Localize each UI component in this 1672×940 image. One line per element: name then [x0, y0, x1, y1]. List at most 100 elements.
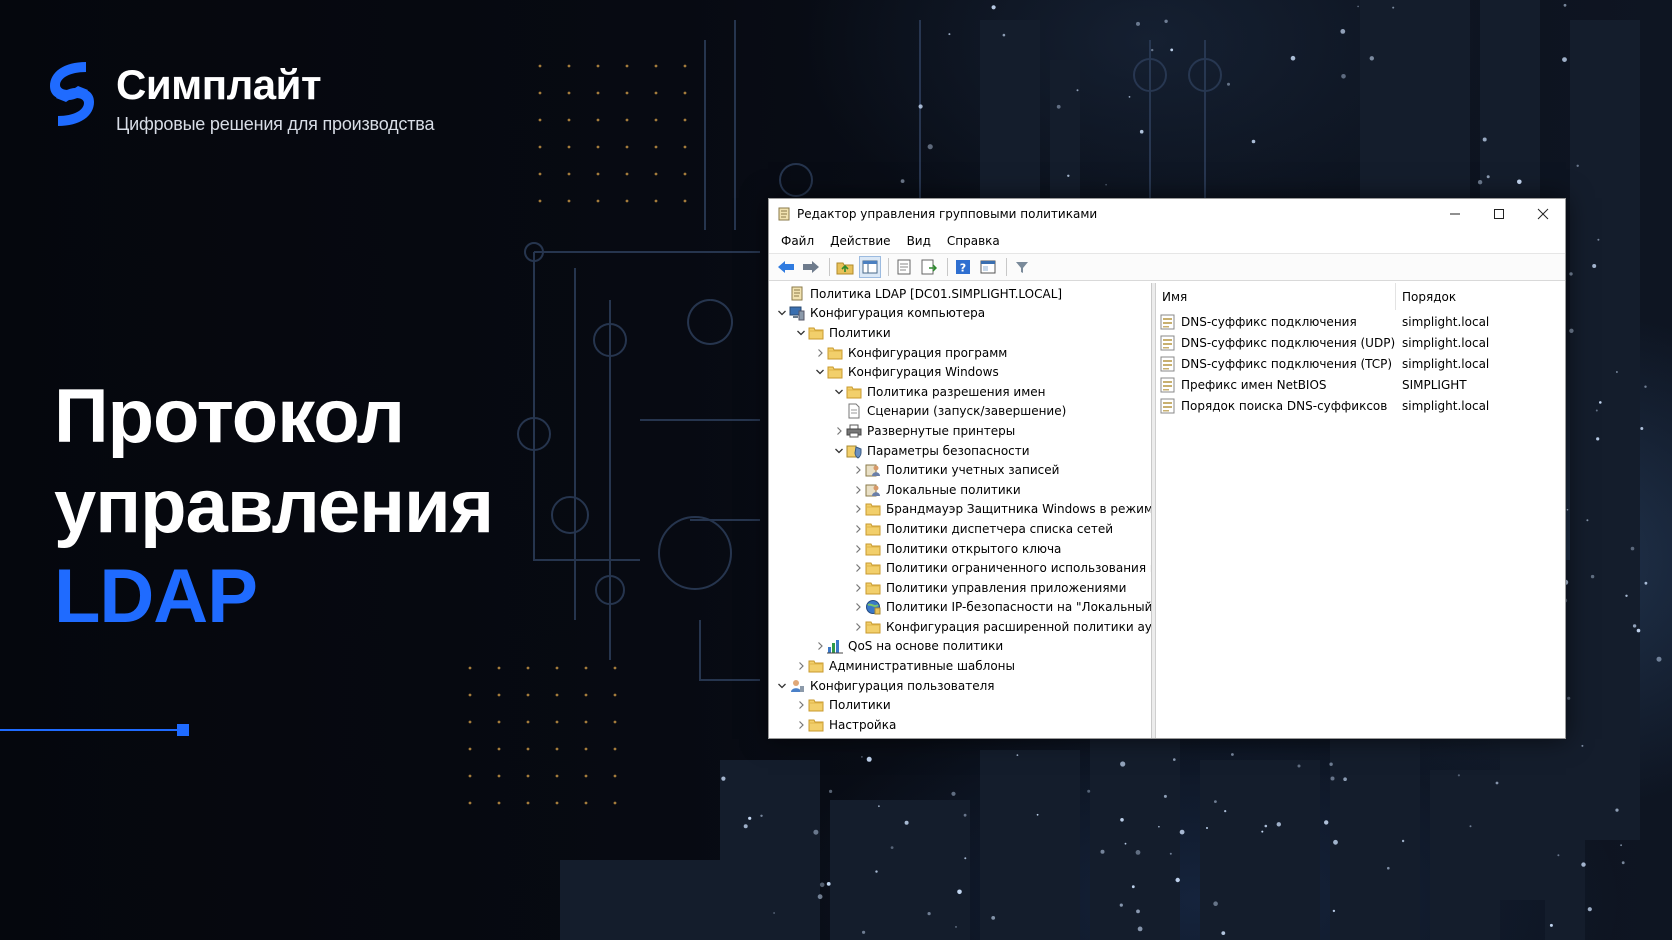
menu-help[interactable]: Справка [939, 234, 1008, 248]
chevron-right-icon [856, 524, 861, 533]
light [927, 144, 933, 150]
light [1251, 139, 1256, 144]
menu-file[interactable]: Файл [773, 234, 822, 248]
properties-icon [897, 259, 911, 275]
light [1136, 909, 1140, 914]
chevron-right-icon [856, 622, 861, 631]
tree-item-label: Политики управления приложениями [886, 580, 1127, 595]
tree-expander[interactable] [832, 385, 846, 399]
light [1343, 777, 1347, 781]
tree-item[interactable]: QoS на основе политики [769, 637, 1151, 657]
tree-item[interactable]: Конфигурация расширенной политики аудита [769, 617, 1151, 637]
tree-expander[interactable] [851, 620, 865, 634]
tree-item[interactable]: Административные шаблоны [769, 656, 1151, 676]
tree-item[interactable]: Политика LDAP [DC01.SIMPLIGHT.LOCAL] [769, 284, 1151, 304]
light [1644, 385, 1647, 388]
tree-expander[interactable] [813, 346, 827, 360]
forward-button[interactable] [800, 256, 822, 278]
dot [654, 172, 658, 176]
column-header-order[interactable]: Порядок [1396, 283, 1456, 310]
tree-expander[interactable] [851, 483, 865, 497]
chevron-right-icon [799, 662, 804, 671]
light [1587, 907, 1592, 912]
tree-expander[interactable] [794, 718, 808, 732]
light [1581, 744, 1584, 747]
tree-expander[interactable] [794, 659, 808, 673]
tree-item[interactable]: Брандмауэр Защитника Windows в режиме по [769, 500, 1151, 520]
tree-item[interactable]: Конфигурация программ [769, 343, 1151, 363]
tree-expander[interactable] [794, 326, 808, 340]
title-bar[interactable]: Редактор управления групповыми политикам… [769, 199, 1565, 229]
tree-item[interactable]: Локальные политики [769, 480, 1151, 500]
tree-item[interactable]: Развернутые принтеры [769, 421, 1151, 441]
tree-item[interactable]: Политика разрешения имен [769, 382, 1151, 402]
light [1482, 137, 1487, 142]
list-item[interactable]: DNS-суффикс подключения (TCP) simplight.l… [1156, 353, 1565, 374]
tree-expander[interactable] [813, 639, 827, 653]
tree-expander[interactable] [851, 502, 865, 516]
simplight-logo-icon [50, 62, 94, 126]
setting-icon [1160, 398, 1176, 414]
tree-item[interactable]: Политики учетных записей [769, 460, 1151, 480]
console-button[interactable] [977, 256, 999, 278]
tree-expander[interactable] [851, 463, 865, 477]
tree-item[interactable]: Конфигурация пользователя [769, 676, 1151, 696]
tree-item[interactable]: Сценарии (запуск/завершение) [769, 402, 1151, 422]
menu-action[interactable]: Действие [822, 234, 898, 248]
export-list-button[interactable] [918, 256, 940, 278]
menu-view[interactable]: Вид [899, 234, 939, 248]
column-header-name[interactable]: Имя [1156, 283, 1396, 310]
tree-expander[interactable] [851, 522, 865, 536]
list-item[interactable]: DNS-суффикс подключения simplight.local [1156, 311, 1565, 332]
dot [567, 91, 571, 95]
light [957, 889, 962, 895]
light [1175, 877, 1180, 883]
dot [654, 91, 658, 95]
tree-item[interactable]: Политики открытого ключа [769, 539, 1151, 559]
properties-button[interactable] [893, 256, 915, 278]
tree-item-label: Развернутые принтеры [867, 423, 1016, 438]
light [1401, 839, 1405, 843]
minimize-button[interactable] [1433, 199, 1477, 229]
tree-item[interactable]: Политики IP-безопасности на "Локальный к… [769, 598, 1151, 618]
tree-item[interactable]: Конфигурация Windows [769, 362, 1151, 382]
chevron-down-icon [778, 310, 786, 316]
dot [526, 720, 530, 724]
help-button[interactable]: ? [952, 256, 974, 278]
up-level-button[interactable] [834, 256, 856, 278]
tree-item[interactable]: Политики [769, 695, 1151, 715]
tree-expander[interactable] [775, 679, 789, 693]
folder-icon [865, 580, 881, 596]
tree-expander[interactable] [851, 600, 865, 614]
tree-expander[interactable] [794, 698, 808, 712]
tree-expander[interactable] [851, 581, 865, 595]
tree-item[interactable]: Политики ограниченного использования про… [769, 558, 1151, 578]
maximize-button[interactable] [1477, 199, 1521, 229]
light [760, 814, 763, 817]
tree-expander[interactable] [851, 542, 865, 556]
show-hide-tree-button[interactable] [859, 256, 881, 278]
tree-item-label: QoS на основе политики [848, 639, 1004, 654]
tree-item-label: Конфигурация компьютера [810, 306, 986, 321]
back-button[interactable] [775, 256, 797, 278]
tree-item[interactable]: Политики диспетчера списка сетей [769, 519, 1151, 539]
dot [538, 199, 542, 203]
light [1206, 827, 1208, 829]
dot [584, 720, 588, 724]
close-button[interactable] [1521, 199, 1565, 229]
tree-expander[interactable] [851, 561, 865, 575]
tree-item[interactable]: Конфигурация компьютера [769, 304, 1151, 324]
tree-item[interactable]: Параметры безопасности [769, 441, 1151, 461]
tree-expander[interactable] [832, 424, 846, 438]
tree-item[interactable]: Политики [769, 323, 1151, 343]
tree-item[interactable]: Настройка [769, 715, 1151, 735]
tree-item[interactable]: Политики управления приложениями [769, 578, 1151, 598]
list-item[interactable]: DNS-суффикс подключения (UDP) simplight.l… [1156, 332, 1565, 353]
list-item[interactable]: Порядок поиска DNS-суффиксов simplight.lo… [1156, 395, 1565, 416]
light [1224, 810, 1227, 813]
tree-expander[interactable] [832, 444, 846, 458]
filter-button[interactable] [1011, 256, 1033, 278]
list-item[interactable]: Префикс имен NetBIOS SIMPLIGHT [1156, 374, 1565, 395]
tree-expander[interactable] [775, 306, 789, 320]
tree-expander[interactable] [813, 365, 827, 379]
